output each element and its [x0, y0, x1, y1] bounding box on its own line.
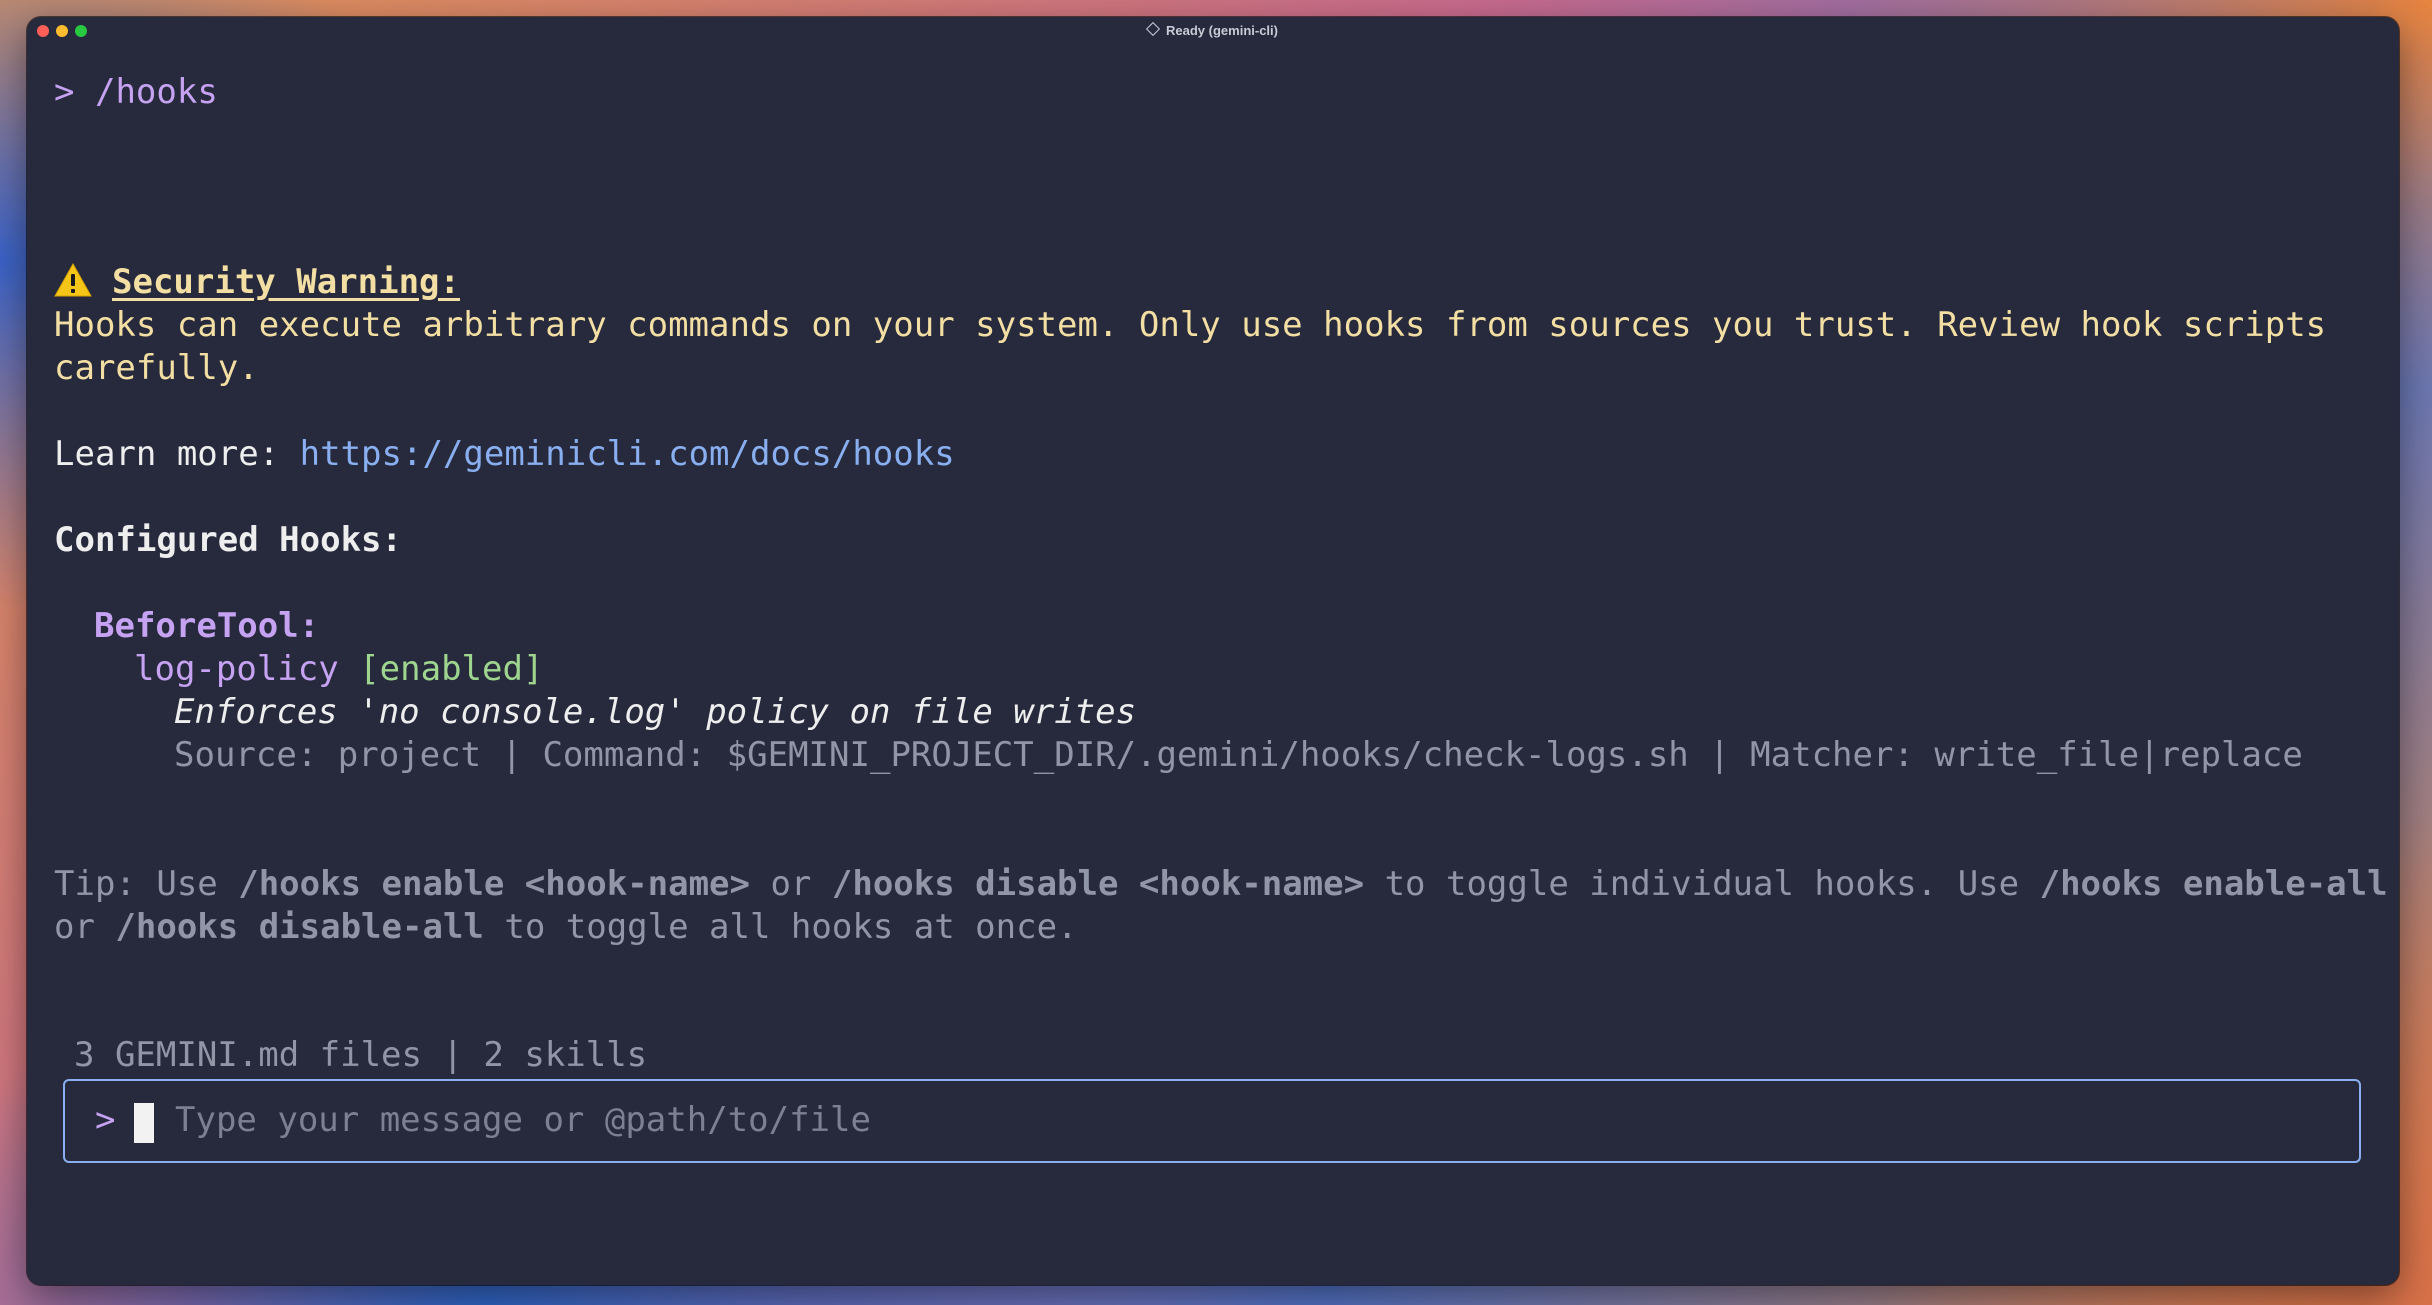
hook-name: log-policy	[134, 649, 339, 689]
input-prompt: >	[95, 1100, 116, 1140]
title-bar: Ready (gemini-cli)	[27, 17, 2399, 45]
command-line: > /hooks	[54, 71, 218, 114]
security-warning-heading: Security Warning:	[54, 261, 460, 304]
tip-command: /hooks enable-all	[2039, 864, 2388, 904]
text-cursor	[134, 1103, 154, 1143]
context-status-line: 3 GEMINI.md files | 2 skills	[74, 1035, 648, 1075]
security-warning-title: Security Warning:	[112, 262, 460, 302]
diamond-icon	[1145, 21, 1161, 37]
tip-command: /hooks disable <hook-name>	[831, 864, 1365, 904]
hook-event-before-tool: BeforeTool:	[94, 606, 320, 646]
security-warning-line-1: Hooks can execute arbitrary commands on …	[54, 305, 2327, 345]
tip-line-2: or /hooks disable-all to toggle all hook…	[54, 906, 1078, 949]
tip-text: or	[749, 864, 832, 904]
tip-line-1: Tip: Use /hooks enable <hook-name> or /h…	[54, 863, 2388, 906]
terminal-window: Ready (gemini-cli) > /hooks Security War…	[27, 17, 2399, 1285]
command-text: /hooks	[94, 72, 218, 112]
tip-text: to toggle individual hooks. Use	[1364, 864, 2040, 904]
message-input[interactable]: > Type your message or @path/to/file	[63, 1079, 2361, 1163]
tip-text: to toggle all hooks at once.	[483, 907, 1078, 947]
tip-text: Tip: Use	[54, 864, 239, 904]
security-warning-line-2: carefully.	[54, 348, 259, 388]
hook-status-badge: [enabled]	[359, 649, 544, 689]
window-title: Ready (gemini-cli)	[27, 21, 2399, 41]
tip-command: /hooks enable <hook-name>	[238, 864, 750, 904]
tip-text: or	[54, 907, 116, 947]
learn-more-line: Learn more: https://geminicli.com/docs/h…	[54, 433, 955, 476]
learn-more-label: Learn more:	[54, 434, 300, 474]
hook-details: Source: project | Command: $GEMINI_PROJE…	[174, 735, 2303, 775]
command-prompt: >	[54, 72, 75, 112]
configured-hooks-heading: Configured Hooks:	[54, 520, 402, 560]
docs-link[interactable]: https://geminicli.com/docs/hooks	[300, 434, 955, 474]
warning-icon	[54, 263, 92, 297]
hook-entry: log-policy [enabled]	[134, 648, 543, 691]
hook-description: Enforces 'no console.log' policy on file…	[174, 692, 1137, 732]
input-placeholder: Type your message or @path/to/file	[175, 1100, 871, 1140]
tip-command: /hooks disable-all	[115, 907, 484, 947]
window-title-text: Ready (gemini-cli)	[1166, 23, 1278, 38]
